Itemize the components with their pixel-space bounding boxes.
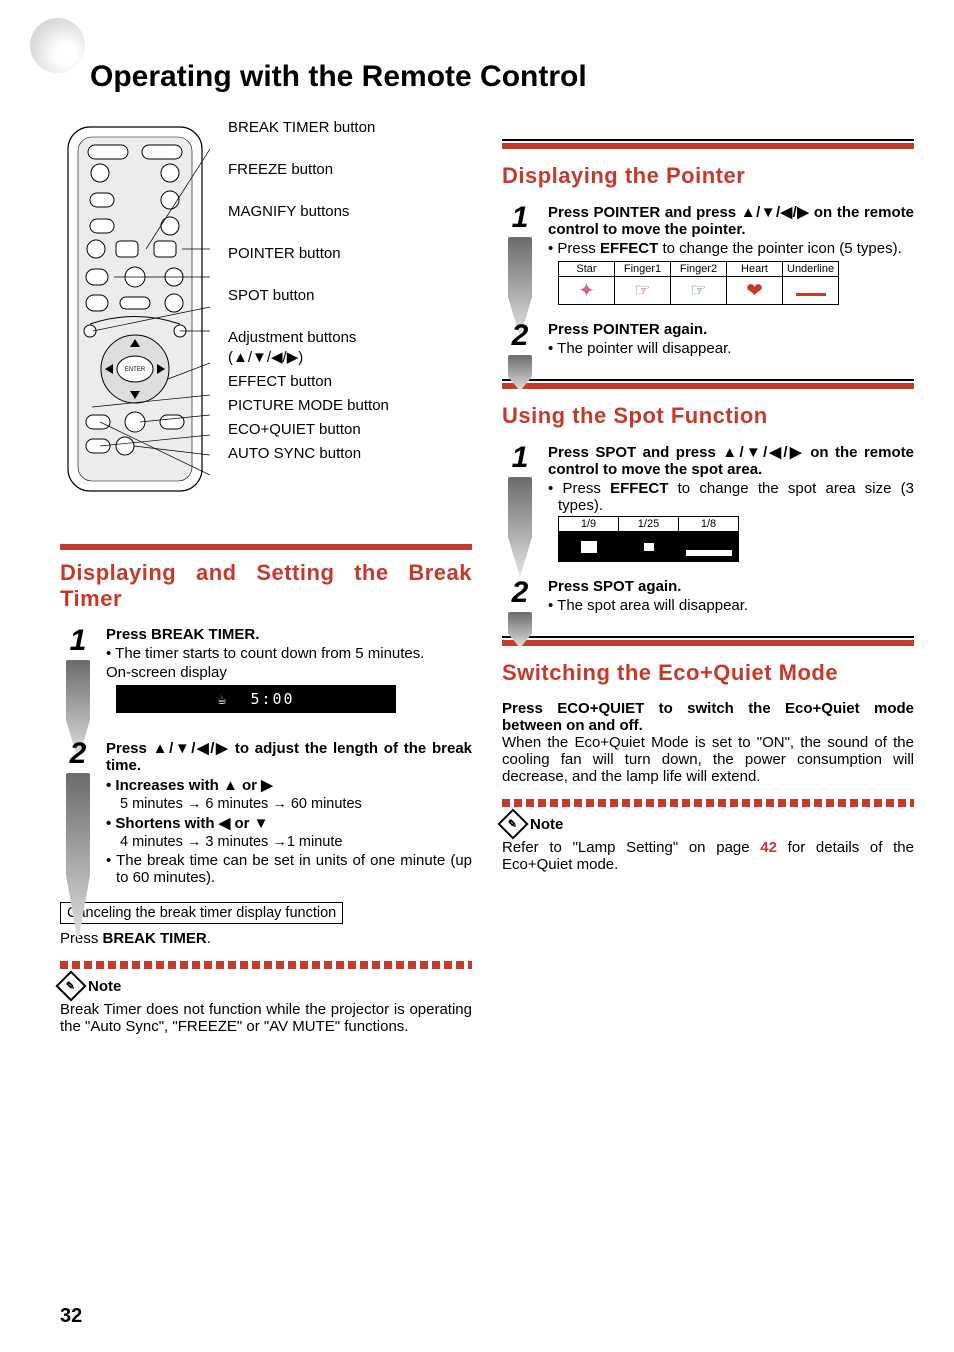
step-number-2: 2 [502,321,538,359]
heading-pointer: Displaying the Pointer [502,163,914,189]
svg-text:ENTER: ENTER [125,367,146,373]
finger1-icon: ☞ [615,277,671,305]
section-divider [60,544,472,550]
label-effect-button: EFFECT button [228,373,472,391]
on-screen-display: 5:00 [116,685,396,713]
cup-icon [217,690,228,708]
eco-note-body: Refer to "Lamp Setting" on page 42 for d… [502,839,914,873]
pointer-step2-bullet: The pointer will disappear. [548,340,914,357]
remote-control-illustration: ENTER [60,119,210,499]
step1-bullet: The timer starts to count down from 5 mi… [106,645,472,662]
underline-icon [783,277,839,305]
note-heading: ✎ Note [502,813,914,835]
label-magnify-buttons: MAGNIFY buttons [228,203,472,221]
decorative-corner-circle [30,18,85,73]
eco-lead: Press ECO+QUIET to switch the Eco+Quiet … [502,700,914,734]
dotted-divider [60,961,472,969]
step2-increase: Increases with ▲ or ▶ [106,776,472,794]
label-picture-mode-button: PICTURE MODE button [228,397,472,415]
step1-lead: Press BREAK TIMER. [106,626,472,643]
heart-icon: ❤ [727,277,783,305]
cancel-instruction: Press BREAK TIMER. [60,930,472,947]
label-auto-sync-button: AUTO SYNC button [228,445,472,463]
pointer-step1-bullet: Press EFFECT to change the pointer icon … [548,240,914,257]
note-icon: ✎ [497,808,528,839]
step2-bullet: The break time can be set in units of on… [106,852,472,886]
step2-increase-seq: 5 minutes → 6 minutes → 60 minutes [106,796,472,812]
osd-label: On-screen display [106,664,472,681]
spot-size-1-25-icon [619,532,679,562]
heading-spot: Using the Spot Function [502,403,914,429]
dotted-divider [502,799,914,807]
label-spot-button: SPOT button [228,287,472,305]
spot-step2-bullet: The spot area will disappear. [548,597,914,614]
note-body: Break Timer does not function while the … [60,1001,472,1035]
label-adjustment-symbols: (▲/▼/◀/▶) [228,349,472,367]
pointer-step2-lead: Press POINTER again. [548,321,914,338]
star-icon: ✦ [559,277,615,305]
cancel-box: Canceling the break timer display functi… [60,902,343,924]
section-divider [502,636,914,646]
section-divider [502,139,914,149]
heading-eco-quiet: Switching the Eco+Quiet Mode [502,660,914,686]
osd-time: 5:00 [250,690,294,708]
note-icon: ✎ [55,970,86,1001]
spot-size-1-9-icon [559,532,619,562]
spot-step1-bullet: Press EFFECT to change the spot area siz… [548,480,914,514]
eco-bullet: When the Eco+Quiet Mode is set to "ON", … [502,734,914,785]
spot-sizes-table: 1/9 1/25 1/8 [558,516,739,562]
label-eco-quiet-button: ECO+QUIET button [228,421,472,439]
remote-diagram: ENTER [60,119,472,504]
label-adjustment-buttons: Adjustment buttons [228,329,472,347]
heading-break-timer: Displaying and Setting the Break Timer [60,560,472,612]
label-pointer-button: POINTER button [228,245,472,263]
finger2-icon: ☞ [671,277,727,305]
step2-decrease-seq: 4 minutes → 3 minutes →1 minute [106,834,472,850]
step-number-2: 2 [502,578,538,616]
label-freeze-button: FREEZE button [228,161,472,179]
section-divider [502,379,914,389]
spot-step2-lead: Press SPOT again. [548,578,914,595]
page-title: Operating with the Remote Control [90,60,914,94]
pointer-step1-lead: Press POINTER and press ▲/▼/◀/▶ on the r… [548,203,914,238]
step2-lead: Press ▲/▼/◀/▶ to adjust the length of th… [106,739,472,774]
step-number-1: 1 [60,626,96,664]
page-number: 32 [60,1305,82,1328]
step-number-2: 2 [60,739,96,777]
pointer-icons-table: Star Finger1 Finger2 Heart Underline ✦ ☞… [558,261,839,305]
step2-decrease: Shortens with ◀ or ▼ [106,814,472,832]
step-number-1: 1 [502,443,538,481]
note-heading: ✎ Note [60,975,472,997]
label-break-timer-button: BREAK TIMER button [228,119,472,137]
spot-step1-lead: Press SPOT and press ▲/▼/◀/▶ on the remo… [548,443,914,478]
step-number-1: 1 [502,203,538,241]
spot-size-1-8-icon [679,532,739,562]
